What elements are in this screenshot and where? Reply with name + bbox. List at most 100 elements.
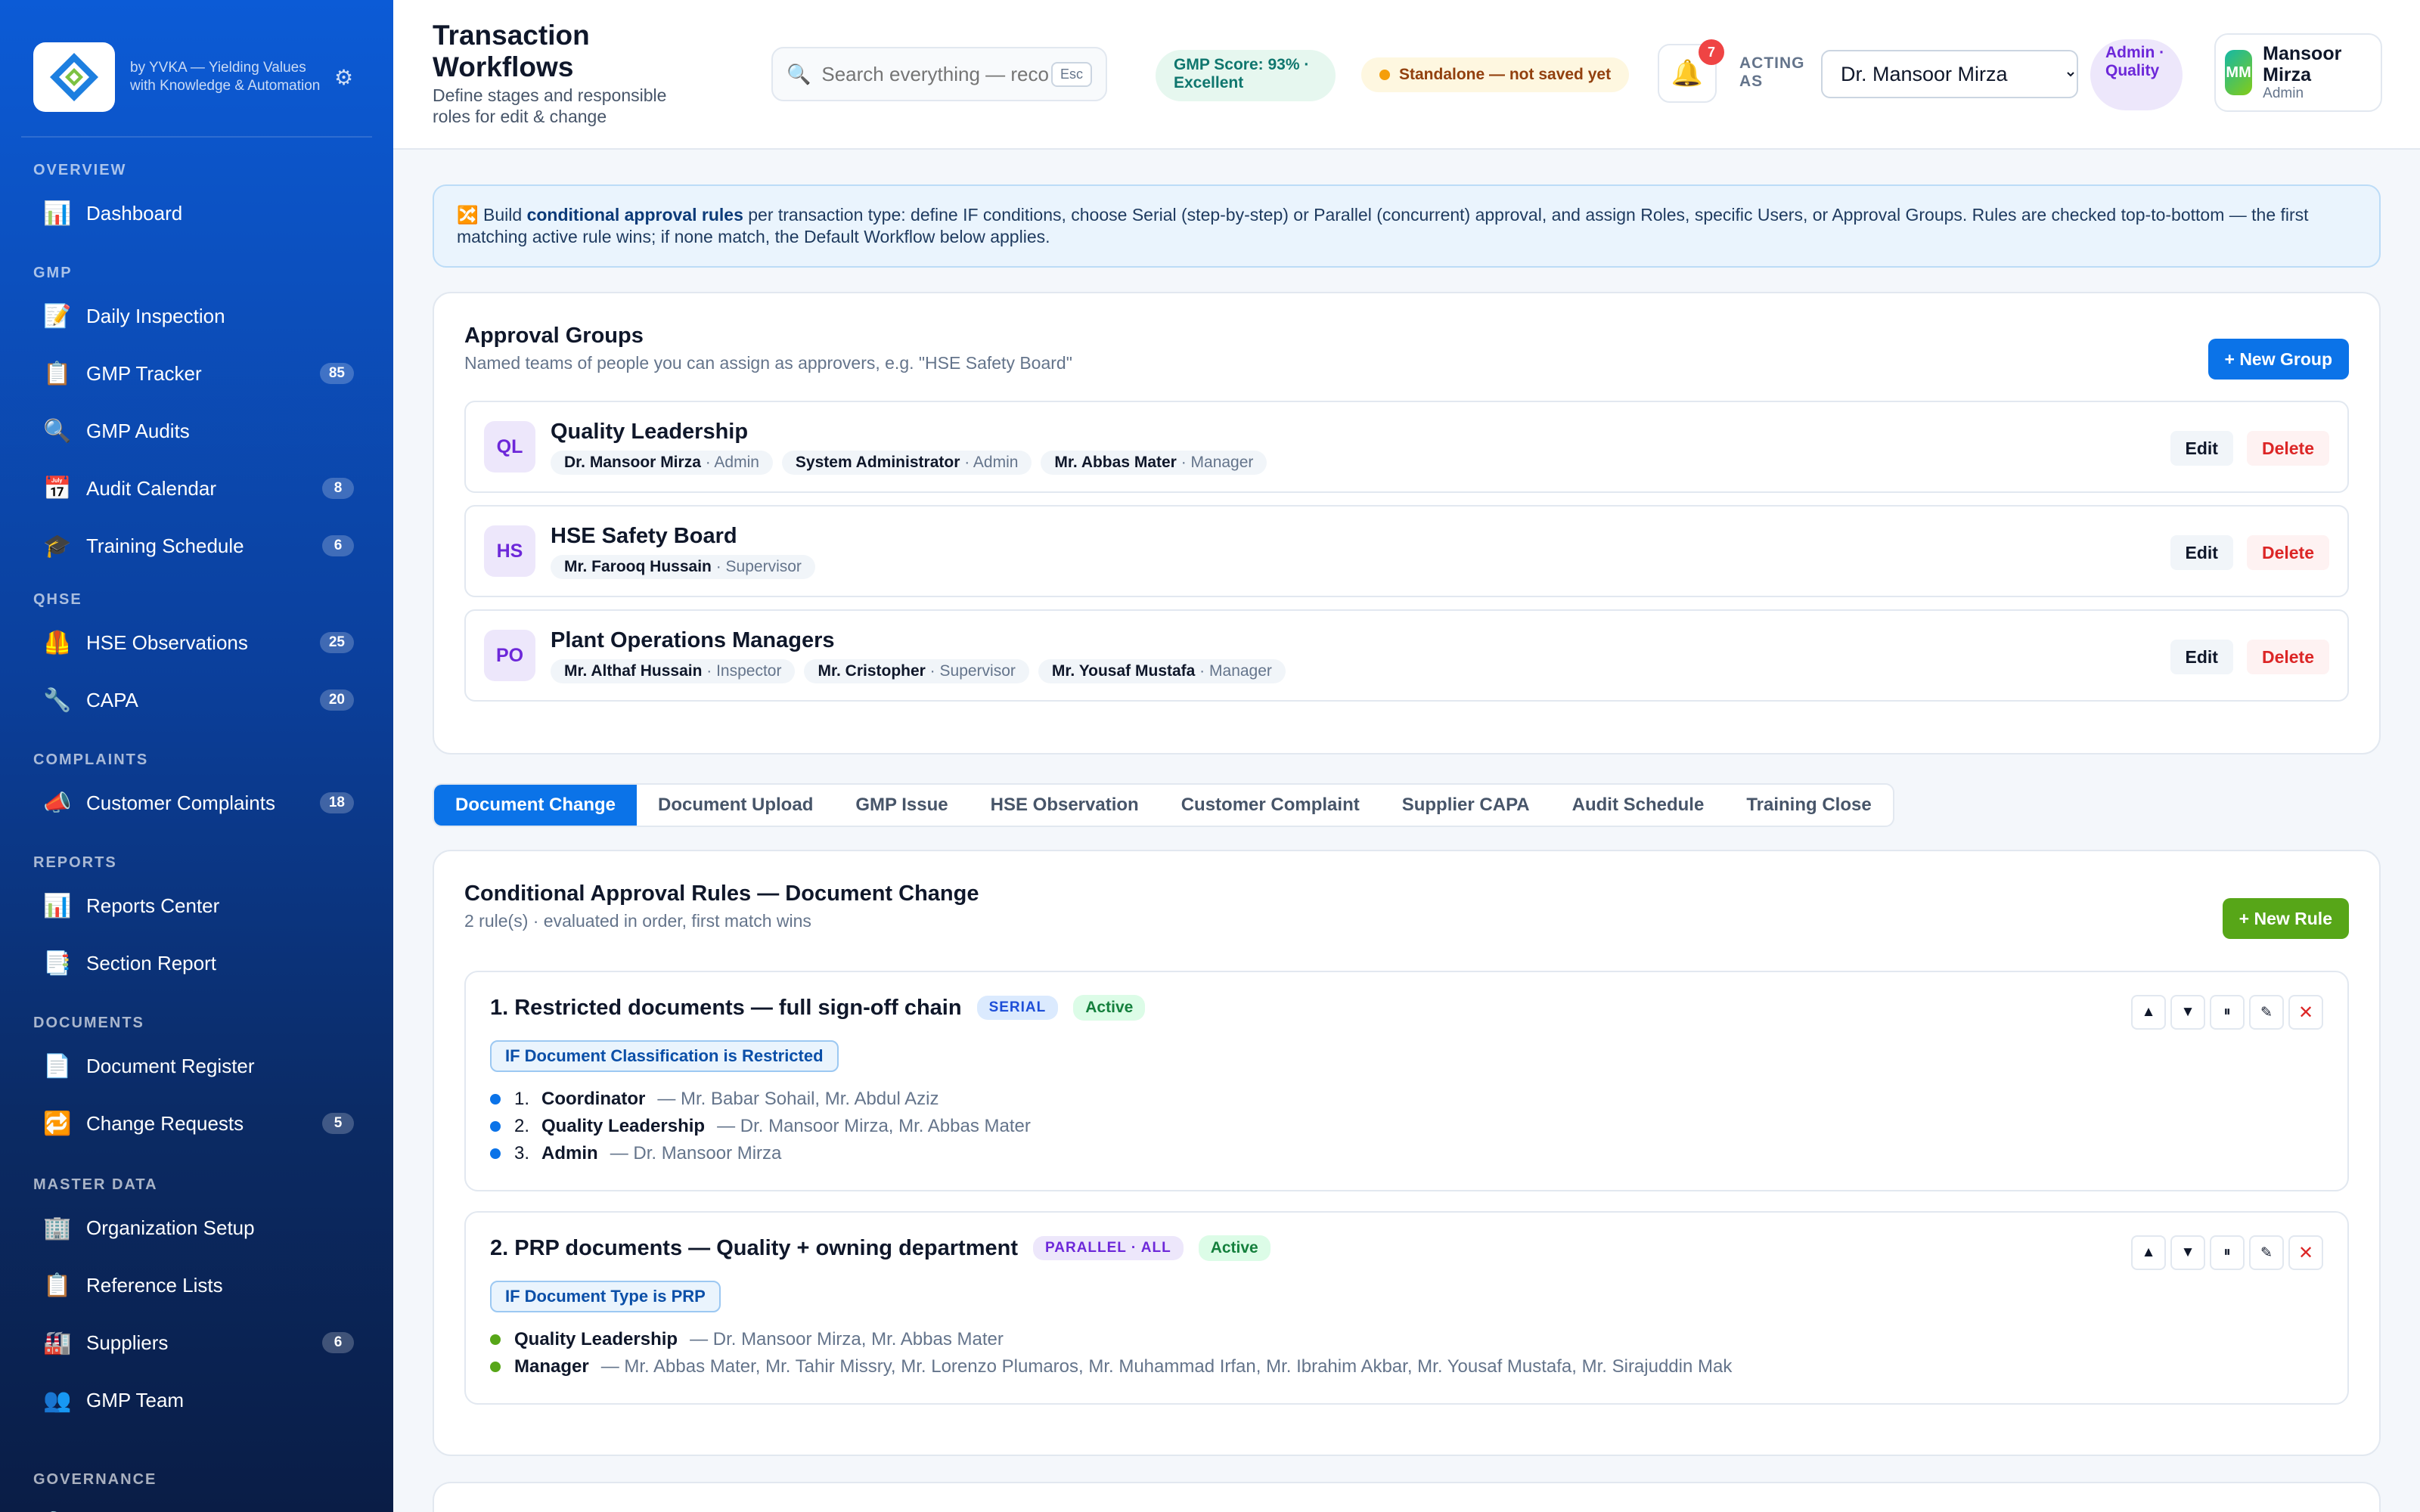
close-icon[interactable]: ✕ <box>2288 995 2323 1030</box>
pencil-icon[interactable]: ✎ <box>2249 1235 2284 1270</box>
bookmark-tabs-icon: 📑 <box>43 950 72 976</box>
sidebar-item-document-register[interactable]: 📄 Document Register <box>0 1037 393 1095</box>
delete-group-button[interactable]: Delete <box>2246 431 2329 466</box>
sidebar-item-reference-lists[interactable]: 📋 Reference Lists <box>0 1256 393 1314</box>
count-badge: 8 <box>322 478 354 499</box>
sidebar-item-label: GMP Tracker <box>86 361 202 385</box>
close-icon[interactable]: ✕ <box>2288 1235 2323 1270</box>
sidebar-item-gmp-tracker[interactable]: 📋 GMP Tracker 85 <box>0 345 393 402</box>
group-name: Quality Leadership <box>551 419 749 444</box>
tab-gmp-issue[interactable]: GMP Issue <box>834 785 969 826</box>
user-menu[interactable]: MM Mansoor Mirza Admin <box>2214 33 2382 112</box>
tab-document-change[interactable]: Document Change <box>434 785 638 826</box>
search-box[interactable]: 🔍 Esc <box>771 47 1107 101</box>
graduation-cap-icon: 🎓 <box>43 533 72 559</box>
sidebar-item-training-schedule[interactable]: 🎓 Training Schedule 6 <box>0 517 393 575</box>
member-separator: · <box>700 453 715 471</box>
sidebar-item-customer-complaints[interactable]: 📣 Customer Complaints 18 <box>0 774 393 832</box>
edit-group-button[interactable]: Edit <box>2170 431 2233 466</box>
member-role: Manager <box>1190 453 1254 471</box>
group-members: Mr. Farooq Hussain · Supervisor <box>551 554 824 579</box>
status-badge: Active <box>1198 1235 1270 1261</box>
sidebar-item-organization-setup[interactable]: 🏢 Organization Setup <box>0 1199 393 1256</box>
gear-icon[interactable]: ⚙ <box>334 65 353 90</box>
sidebar-item-gmp-audits[interactable]: 🔍 GMP Audits <box>0 402 393 460</box>
brand-tagline: by YVKA — Yielding Values with Knowledge… <box>130 60 321 94</box>
nav-section-title: COMPLAINTS <box>33 751 149 768</box>
step-bullet-icon <box>490 1334 501 1345</box>
group-name: Plant Operations Managers <box>551 627 835 652</box>
sidebar-item-audit-calendar[interactable]: 📅 Audit Calendar 8 <box>0 460 393 517</box>
new-group-button[interactable]: + New Group <box>2207 339 2349 380</box>
member-chip: Mr. Farooq Hussain · Supervisor <box>551 554 815 579</box>
move-up-icon[interactable]: ▲ <box>2131 995 2166 1030</box>
new-rule-button[interactable]: + New Rule <box>2222 898 2349 939</box>
step-role: Quality Leadership <box>541 1116 706 1136</box>
rule-step: 2. Quality Leadership — Dr. Mansoor Mirza,… <box>490 1113 2323 1140</box>
logo[interactable] <box>33 42 115 112</box>
member-name: Mr. Farooq Hussain <box>564 557 712 575</box>
sidebar-item-suppliers[interactable]: 🏭 Suppliers 6 <box>0 1314 393 1371</box>
move-up-icon[interactable]: ▲ <box>2131 1235 2166 1270</box>
acting-as-select[interactable]: Dr. Mansoor Mirza <box>1821 50 2078 98</box>
tab-training-close[interactable]: Training Close <box>1725 785 1892 826</box>
move-down-icon[interactable]: ▼ <box>2170 1235 2205 1270</box>
sidebar-item-dashboard[interactable]: 📊 Dashboard <box>0 184 393 242</box>
member-role: Inspector <box>716 662 782 680</box>
lock-icon: 🔐 <box>42 1510 73 1512</box>
banner-bold: conditional approval rules <box>526 205 743 225</box>
member-separator: · <box>925 662 940 680</box>
tab-document-upload[interactable]: Document Upload <box>637 785 834 826</box>
sidebar-item-role-matrix[interactable]: 🔐Role Matrix <box>0 1494 393 1512</box>
step-number: 2. <box>514 1116 530 1136</box>
search-input[interactable] <box>821 62 1049 86</box>
member-role: Admin <box>973 453 1019 471</box>
count-badge: 6 <box>322 535 354 556</box>
rule-card: 1. Restricted documents — full sign-off … <box>464 971 2349 1191</box>
sidebar-item-hse-observations[interactable]: 🦺 HSE Observations 25 <box>0 614 393 671</box>
move-down-icon[interactable]: ▼ <box>2170 995 2205 1030</box>
tab-audit-schedule[interactable]: Audit Schedule <box>1551 785 1726 826</box>
rule-actions: ▲ ▼ ⏸ ✎ ✕ <box>2127 1235 2323 1270</box>
top-header: Transaction Workflows Define stages and … <box>393 0 2420 150</box>
edit-group-button[interactable]: Edit <box>2170 535 2233 570</box>
gmp-score-badge[interactable]: GMP Score: 93% · Excellent <box>1156 50 1336 101</box>
delete-group-button[interactable]: Delete <box>2246 640 2329 674</box>
people-icon: 👥 <box>43 1387 72 1413</box>
group-actions: Edit Delete <box>2170 640 2329 674</box>
clipboard-icon: 📋 <box>43 361 72 386</box>
pencil-icon[interactable]: ✎ <box>2249 995 2284 1030</box>
member-chip: Mr. Cristopher · Supervisor <box>804 658 1029 683</box>
sidebar-item-section-report[interactable]: 📑 Section Report <box>0 934 393 992</box>
sidebar-item-label: HSE Observations <box>86 631 248 654</box>
sidebar-item-label: Reports Center <box>86 894 220 917</box>
member-separator: · <box>1195 662 1210 680</box>
sidebar: by YVKA — Yielding Values with Knowledge… <box>0 0 393 1512</box>
rule-actions: ▲ ▼ ⏸ ✎ ✕ <box>2127 995 2323 1030</box>
tab-customer-complaint[interactable]: Customer Complaint <box>1160 785 1381 826</box>
tab-supplier-capa[interactable]: Supplier CAPA <box>1381 785 1551 826</box>
step-people: — Dr. Mansoor Mirza, Mr. Abbas Mater <box>717 1116 1031 1136</box>
sidebar-item-gmp-team[interactable]: 👥 GMP Team <box>0 1371 393 1429</box>
sidebar-item-change-requests[interactable]: 🔁 Change Requests 5 <box>0 1095 393 1152</box>
rules-title: Conditional Approval Rules — Document Ch… <box>464 881 979 906</box>
status-badge: Active <box>1073 995 1146 1021</box>
notifications-button[interactable]: 🔔 7 <box>1658 39 1724 103</box>
member-name: Mr. Cristopher <box>818 662 926 680</box>
edit-group-button[interactable]: Edit <box>2170 640 2233 674</box>
acting-as-text: ACTING AS <box>1739 54 1805 90</box>
sidebar-item-daily-inspection[interactable]: 📝 Daily Inspection <box>0 287 393 345</box>
step-role: Quality Leadership <box>514 1329 678 1349</box>
pause-icon[interactable]: ⏸ <box>2210 995 2245 1030</box>
tab-hse-observation[interactable]: HSE Observation <box>970 785 1160 826</box>
delete-group-button[interactable]: Delete <box>2246 535 2329 570</box>
member-chip: System Administrator · Admin <box>781 450 1032 475</box>
pause-icon[interactable]: ⏸ <box>2210 1235 2245 1270</box>
sidebar-item-reports-center[interactable]: 📊 Reports Center <box>0 877 393 934</box>
step-people: — Dr. Mansoor Mirza, Mr. Abbas Mater <box>690 1329 1004 1349</box>
step-role: Manager <box>514 1356 589 1377</box>
member-separator: · <box>702 662 717 680</box>
group-row: HS HSE Safety Board Mr. Farooq Hussain · S… <box>464 505 2349 597</box>
sidebar-item-capa[interactable]: 🔧 CAPA 20 <box>0 671 393 729</box>
role-pill[interactable]: Admin · Quality <box>2090 39 2183 110</box>
